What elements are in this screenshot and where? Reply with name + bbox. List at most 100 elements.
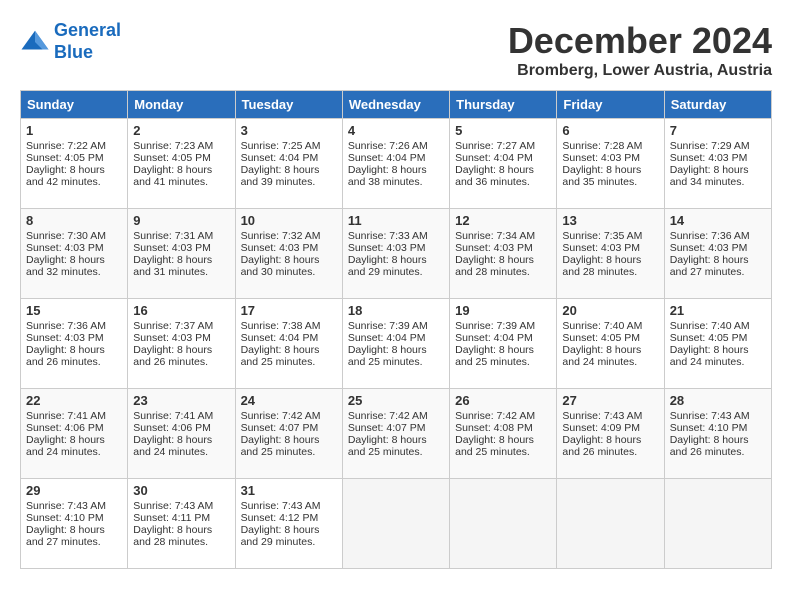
calendar-cell: 25 Sunrise: 7:42 AM Sunset: 4:07 PM Dayli… [342, 389, 449, 479]
calendar-week-0: 1 Sunrise: 7:22 AM Sunset: 4:05 PM Daylig… [21, 119, 772, 209]
day-info: Sunrise: 7:43 AM Sunset: 4:11 PM Dayligh… [133, 500, 213, 548]
day-number: 20 [562, 303, 658, 318]
day-number: 6 [562, 123, 658, 138]
day-number: 17 [241, 303, 337, 318]
day-info: Sunrise: 7:41 AM Sunset: 4:06 PM Dayligh… [133, 410, 213, 458]
page-header: General Blue December 2024 Bromberg, Low… [20, 20, 772, 80]
day-info: Sunrise: 7:43 AM Sunset: 4:12 PM Dayligh… [241, 500, 321, 548]
day-info: Sunrise: 7:43 AM Sunset: 4:10 PM Dayligh… [26, 500, 106, 548]
calendar-cell: 20 Sunrise: 7:40 AM Sunset: 4:05 PM Dayli… [557, 299, 664, 389]
calendar-cell: 8 Sunrise: 7:30 AM Sunset: 4:03 PM Daylig… [21, 209, 128, 299]
day-number: 7 [670, 123, 766, 138]
day-info: Sunrise: 7:36 AM Sunset: 4:03 PM Dayligh… [26, 320, 106, 368]
day-info: Sunrise: 7:35 AM Sunset: 4:03 PM Dayligh… [562, 230, 642, 278]
day-number: 2 [133, 123, 229, 138]
day-info: Sunrise: 7:26 AM Sunset: 4:04 PM Dayligh… [348, 140, 428, 188]
day-info: Sunrise: 7:43 AM Sunset: 4:09 PM Dayligh… [562, 410, 642, 458]
calendar-cell: 9 Sunrise: 7:31 AM Sunset: 4:03 PM Daylig… [128, 209, 235, 299]
day-number: 10 [241, 213, 337, 228]
day-info: Sunrise: 7:39 AM Sunset: 4:04 PM Dayligh… [348, 320, 428, 368]
month-title: December 2024 [508, 20, 772, 62]
header-sunday: Sunday [21, 91, 128, 119]
calendar-cell [664, 479, 771, 569]
header-thursday: Thursday [450, 91, 557, 119]
calendar-cell: 28 Sunrise: 7:43 AM Sunset: 4:10 PM Dayli… [664, 389, 771, 479]
day-info: Sunrise: 7:39 AM Sunset: 4:04 PM Dayligh… [455, 320, 535, 368]
day-info: Sunrise: 7:22 AM Sunset: 4:05 PM Dayligh… [26, 140, 106, 188]
day-info: Sunrise: 7:23 AM Sunset: 4:05 PM Dayligh… [133, 140, 213, 188]
calendar-cell: 24 Sunrise: 7:42 AM Sunset: 4:07 PM Dayli… [235, 389, 342, 479]
calendar-cell: 30 Sunrise: 7:43 AM Sunset: 4:11 PM Dayli… [128, 479, 235, 569]
calendar-week-2: 15 Sunrise: 7:36 AM Sunset: 4:03 PM Dayli… [21, 299, 772, 389]
calendar-cell: 2 Sunrise: 7:23 AM Sunset: 4:05 PM Daylig… [128, 119, 235, 209]
header-wednesday: Wednesday [342, 91, 449, 119]
calendar-cell: 6 Sunrise: 7:28 AM Sunset: 4:03 PM Daylig… [557, 119, 664, 209]
calendar-cell: 12Sunrise: 7:34 AM Sunset: 4:03 PM Dayli… [450, 209, 557, 299]
day-info: Sunrise: 7:30 AM Sunset: 4:03 PM Dayligh… [26, 230, 106, 278]
calendar-cell: 1 Sunrise: 7:22 AM Sunset: 4:05 PM Daylig… [21, 119, 128, 209]
day-number: 13 [562, 213, 658, 228]
day-info: Sunrise: 7:29 AM Sunset: 4:03 PM Dayligh… [670, 140, 750, 188]
calendar-cell: 26 Sunrise: 7:42 AM Sunset: 4:08 PM Dayli… [450, 389, 557, 479]
day-number: 28 [670, 393, 766, 408]
header-saturday: Saturday [664, 91, 771, 119]
day-info: Sunrise: 7:37 AM Sunset: 4:03 PM Dayligh… [133, 320, 213, 368]
day-number: 5 [455, 123, 551, 138]
calendar-header-row: SundayMondayTuesdayWednesdayThursdayFrid… [21, 91, 772, 119]
logo-icon [20, 27, 50, 57]
logo: General Blue [20, 20, 121, 63]
day-number: 23 [133, 393, 229, 408]
calendar-cell: 7 Sunrise: 7:29 AM Sunset: 4:03 PM Daylig… [664, 119, 771, 209]
calendar-cell: 22Sunrise: 7:41 AM Sunset: 4:06 PM Dayli… [21, 389, 128, 479]
day-number: 24 [241, 393, 337, 408]
calendar-cell [342, 479, 449, 569]
calendar-cell: 23 Sunrise: 7:41 AM Sunset: 4:06 PM Dayli… [128, 389, 235, 479]
calendar-week-1: 8 Sunrise: 7:30 AM Sunset: 4:03 PM Daylig… [21, 209, 772, 299]
day-number: 25 [348, 393, 444, 408]
day-number: 14 [670, 213, 766, 228]
day-number: 19 [455, 303, 551, 318]
calendar-week-3: 22Sunrise: 7:41 AM Sunset: 4:06 PM Dayli… [21, 389, 772, 479]
day-number: 8 [26, 213, 122, 228]
calendar-week-4: 29 Sunrise: 7:43 AM Sunset: 4:10 PM Dayli… [21, 479, 772, 569]
day-info: Sunrise: 7:40 AM Sunset: 4:05 PM Dayligh… [562, 320, 642, 368]
day-number: 26 [455, 393, 551, 408]
calendar-cell: 4Sunrise: 7:26 AM Sunset: 4:04 PM Daylig… [342, 119, 449, 209]
title-block: December 2024 Bromberg, Lower Austria, A… [508, 20, 772, 80]
calendar-cell: 19 Sunrise: 7:39 AM Sunset: 4:04 PM Dayli… [450, 299, 557, 389]
calendar-cell: 13 Sunrise: 7:35 AM Sunset: 4:03 PM Dayli… [557, 209, 664, 299]
day-info: Sunrise: 7:38 AM Sunset: 4:04 PM Dayligh… [241, 320, 321, 368]
day-number: 27 [562, 393, 658, 408]
header-friday: Friday [557, 91, 664, 119]
calendar-cell: 10 Sunrise: 7:32 AM Sunset: 4:03 PM Dayli… [235, 209, 342, 299]
day-info: Sunrise: 7:31 AM Sunset: 4:03 PM Dayligh… [133, 230, 213, 278]
day-info: Sunrise: 7:40 AM Sunset: 4:05 PM Dayligh… [670, 320, 750, 368]
calendar-cell: 31 Sunrise: 7:43 AM Sunset: 4:12 PM Dayli… [235, 479, 342, 569]
header-monday: Monday [128, 91, 235, 119]
logo-text: General Blue [54, 20, 121, 63]
calendar-body: 1 Sunrise: 7:22 AM Sunset: 4:05 PM Daylig… [21, 119, 772, 569]
day-number: 9 [133, 213, 229, 228]
day-info: Sunrise: 7:41 AM Sunset: 4:06 PM Dayligh… [26, 410, 106, 458]
calendar-cell: 27 Sunrise: 7:43 AM Sunset: 4:09 PM Dayli… [557, 389, 664, 479]
day-number: 31 [241, 483, 337, 498]
day-number: 30 [133, 483, 229, 498]
day-number: 29 [26, 483, 122, 498]
calendar-cell: 21 Sunrise: 7:40 AM Sunset: 4:05 PM Dayli… [664, 299, 771, 389]
day-info: Sunrise: 7:32 AM Sunset: 4:03 PM Dayligh… [241, 230, 321, 278]
calendar-table: SundayMondayTuesdayWednesdayThursdayFrid… [20, 90, 772, 569]
day-number: 1 [26, 123, 122, 138]
day-info: Sunrise: 7:42 AM Sunset: 4:07 PM Dayligh… [241, 410, 321, 458]
day-info: Sunrise: 7:36 AM Sunset: 4:03 PM Dayligh… [670, 230, 750, 278]
calendar-cell: 3Sunrise: 7:25 AM Sunset: 4:04 PM Daylig… [235, 119, 342, 209]
day-info: Sunrise: 7:34 AM Sunset: 4:03 PM Dayligh… [455, 230, 535, 278]
day-info: Sunrise: 7:42 AM Sunset: 4:08 PM Dayligh… [455, 410, 535, 458]
day-number: 21 [670, 303, 766, 318]
day-info: Sunrise: 7:28 AM Sunset: 4:03 PM Dayligh… [562, 140, 642, 188]
day-number: 3 [241, 123, 337, 138]
day-info: Sunrise: 7:43 AM Sunset: 4:10 PM Dayligh… [670, 410, 750, 458]
day-info: Sunrise: 7:42 AM Sunset: 4:07 PM Dayligh… [348, 410, 428, 458]
day-number: 11 [348, 213, 444, 228]
day-number: 15 [26, 303, 122, 318]
calendar-cell: 16Sunrise: 7:37 AM Sunset: 4:03 PM Dayli… [128, 299, 235, 389]
